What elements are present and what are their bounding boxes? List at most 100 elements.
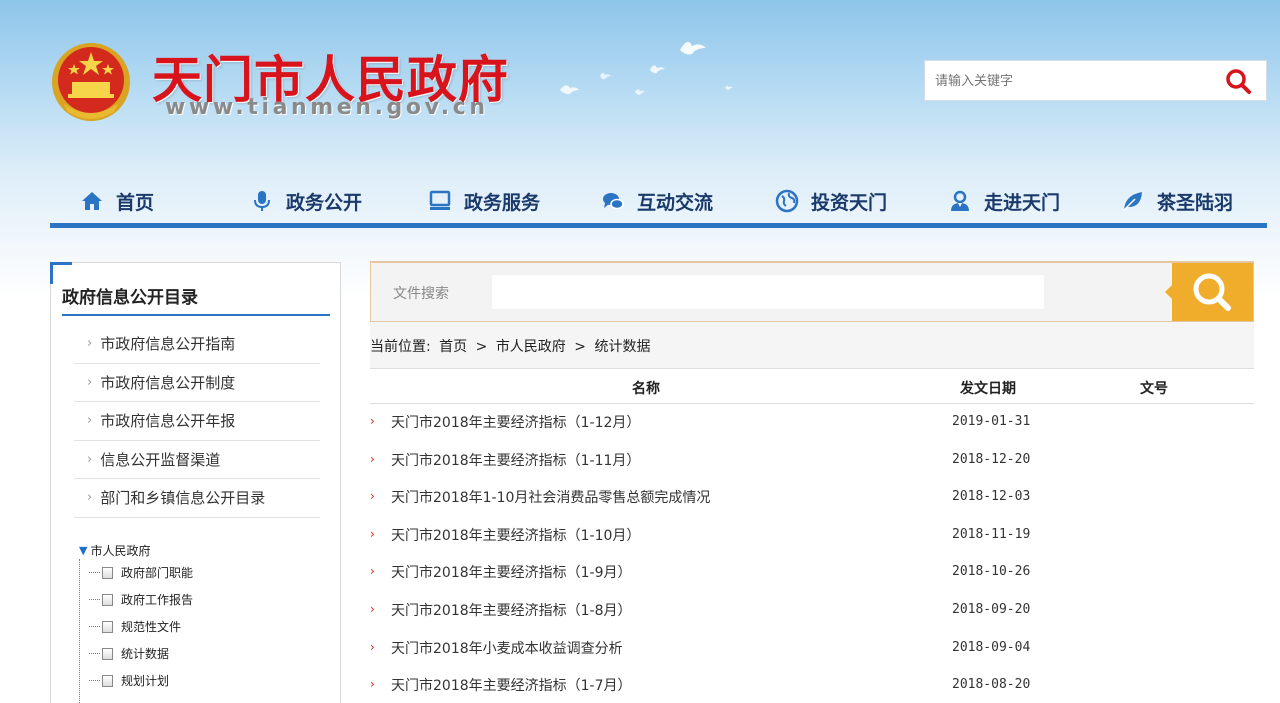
chevron-right-icon: ›: [87, 451, 93, 467]
document-date: 2018-10-26: [952, 564, 1031, 580]
table-row: › 天门市2018年主要经济指标（1-11月） 2018-12-20: [370, 441, 1254, 479]
document-icon: [102, 647, 113, 660]
document-link[interactable]: 天门市2018年主要经济指标（1-7月）: [391, 675, 632, 695]
tree-root-city-government[interactable]: ▼ 市人民政府: [79, 541, 329, 559]
sidebar-link-label: 部门和乡镇信息公开目录: [100, 489, 266, 508]
table-row: › 天门市2018年主要经济指标（1-12月） 2019-01-31: [370, 403, 1254, 441]
tree-item[interactable]: 政府工作报告: [79, 586, 329, 613]
site-url: www.tianmen.gov.cn: [165, 95, 489, 120]
table-row: › 天门市2018年主要经济指标（1-8月） 2018-09-20: [370, 591, 1254, 629]
column-header-name: 名称: [632, 381, 660, 397]
chevron-right-icon: ›: [87, 336, 93, 352]
sidebar-links: › 市政府信息公开指南 › 市政府信息公开制度 › 市政府信息公开年报 › 信息公开监督…: [74, 325, 320, 518]
breadcrumb-home[interactable]: 首页: [439, 339, 467, 355]
document-date: 2018-12-03: [952, 489, 1031, 505]
document-link[interactable]: 天门市2018年1-10月社会消费品零售总额完成情况: [391, 487, 710, 507]
column-header-doc-number: 文号: [1140, 381, 1168, 397]
nav-item-gov-affairs[interactable]: 政务公开: [250, 186, 362, 216]
tree-item-label: 政府工作报告: [121, 593, 194, 607]
doves-decoration: [560, 41, 733, 95]
tree-item-label: 政府部门职能: [121, 566, 194, 580]
tree-connector: [89, 599, 100, 600]
column-header-date: 发文日期: [960, 381, 1016, 397]
document-search-label: 文件搜索: [393, 286, 449, 302]
microphone-icon: [254, 191, 270, 211]
document-search-input[interactable]: [492, 275, 1044, 309]
document-link[interactable]: 天门市2018年主要经济指标（1-10月）: [391, 525, 640, 545]
top-search-icon[interactable]: [1224, 67, 1252, 95]
chevron-right-icon: ›: [370, 414, 375, 428]
search-button-notch: [1165, 285, 1172, 299]
table-row: › 天门市2018年1-10月社会消费品零售总额完成情况 2018-12-03: [370, 478, 1254, 516]
sidebar-link-label: 市政府信息公开制度: [100, 373, 236, 392]
tree-item[interactable]: 规范性文件: [79, 613, 329, 640]
document-icon: [102, 593, 113, 606]
tree-item[interactable]: 规划计划: [79, 667, 329, 694]
document-icon: [102, 674, 113, 687]
table-row: › 天门市2018年主要经济指标（1-10月） 2018-11-19: [370, 516, 1254, 554]
sidebar-title: 政府信息公开目录: [62, 288, 198, 308]
sidebar-divider: [62, 314, 330, 316]
document-icon: [102, 566, 113, 579]
top-search-input[interactable]: [935, 69, 1215, 93]
nav-item-tea-saint[interactable]: 茶圣陆羽: [1121, 186, 1233, 216]
sidebar-link-label: 信息公开监督渠道: [100, 450, 221, 469]
document-list: › 天门市2018年主要经济指标（1-12月） 2019-01-31 › 天门市201…: [370, 403, 1254, 703]
sidebar-link[interactable]: › 市政府信息公开指南: [74, 325, 320, 364]
document-date: 2018-12-20: [952, 451, 1031, 467]
main-nav: 首页 政务公开 政务服务 互动交流 投资天门 走进天门 茶圣陆羽: [50, 180, 1267, 228]
document-link[interactable]: 天门市2018年主要经济指标（1-12月）: [391, 412, 640, 432]
breadcrumb-separator: >: [475, 339, 488, 355]
nav-item-about[interactable]: 走进天门: [948, 186, 1060, 216]
leaf-icon: [1123, 192, 1142, 211]
chevron-right-icon: ›: [370, 451, 375, 466]
tree-connector: [89, 572, 100, 573]
nav-label: 政务服务: [464, 191, 541, 214]
tree-connector: [89, 626, 100, 627]
table-row: › 天门市2018年主要经济指标（1-7月） 2018-08-20: [370, 666, 1254, 703]
breadcrumb: 当前位置: 首页 > 市人民政府 > 统计数据: [370, 322, 1254, 368]
sidebar-link[interactable]: › 部门和乡镇信息公开目录: [74, 479, 320, 518]
table-row: › 天门市2018年小麦成本收益调查分析 2018-09-04: [370, 629, 1254, 667]
tree-connector: [89, 680, 100, 681]
chevron-right-icon: ›: [370, 677, 375, 692]
sidebar-link[interactable]: › 市政府信息公开年报: [74, 402, 320, 441]
chevron-right-icon: ›: [87, 374, 93, 390]
breadcrumb-statistics[interactable]: 统计数据: [594, 339, 650, 355]
document-date: 2018-09-04: [952, 639, 1031, 655]
document-search-button[interactable]: [1165, 263, 1253, 321]
nav-item-gov-services[interactable]: 政务服务: [428, 186, 540, 216]
document-link[interactable]: 天门市2018年小麦成本收益调查分析: [391, 638, 623, 658]
nav-label: 互动交流: [637, 191, 714, 214]
chevron-right-icon: ›: [370, 489, 375, 504]
sidebar-link[interactable]: › 市政府信息公开制度: [74, 364, 320, 402]
document-date: 2018-11-19: [952, 526, 1031, 542]
sidebar-link-label: 市政府信息公开指南: [100, 335, 236, 354]
tree-item[interactable]: 统计数据: [79, 640, 329, 667]
chevron-right-icon: ›: [370, 639, 375, 654]
chat-icon: [603, 193, 624, 210]
sidebar-link[interactable]: › 信息公开监督渠道: [74, 441, 320, 479]
document-link[interactable]: 天门市2018年主要经济指标（1-8月）: [391, 600, 632, 620]
table-header: 名称 发文日期 文号: [370, 368, 1254, 404]
document-search-bar: 文件搜索: [370, 261, 1254, 322]
nav-label: 走进天门: [984, 191, 1061, 214]
tree-item[interactable]: 政府部门职能: [79, 559, 329, 586]
breadcrumb-city-government[interactable]: 市人民政府: [496, 339, 566, 355]
nav-item-interaction[interactable]: 互动交流: [601, 186, 713, 216]
globe-icon: [775, 189, 799, 213]
category-tree: ▼ 市人民政府 政府部门职能 政府工作报告 规范性文件 统计数据 规划计划: [79, 541, 329, 703]
home-icon: [82, 192, 102, 210]
nav-item-home[interactable]: 首页: [80, 186, 154, 216]
top-search-box: [924, 60, 1267, 101]
national-emblem-logo: [52, 43, 130, 121]
breadcrumb-prefix: 当前位置:: [370, 339, 431, 355]
tree-connector: [89, 653, 100, 654]
chevron-right-icon: ›: [370, 526, 375, 541]
document-link[interactable]: 天门市2018年主要经济指标（1-9月）: [391, 562, 632, 582]
document-link[interactable]: 天门市2018年主要经济指标（1-11月）: [391, 450, 640, 470]
computer-icon: [429, 190, 451, 210]
nav-item-invest[interactable]: 投资天门: [775, 186, 887, 216]
tree-root-label: 市人民政府: [90, 543, 151, 558]
table-row: › 天门市2018年主要经济指标（1-9月） 2018-10-26: [370, 553, 1254, 591]
